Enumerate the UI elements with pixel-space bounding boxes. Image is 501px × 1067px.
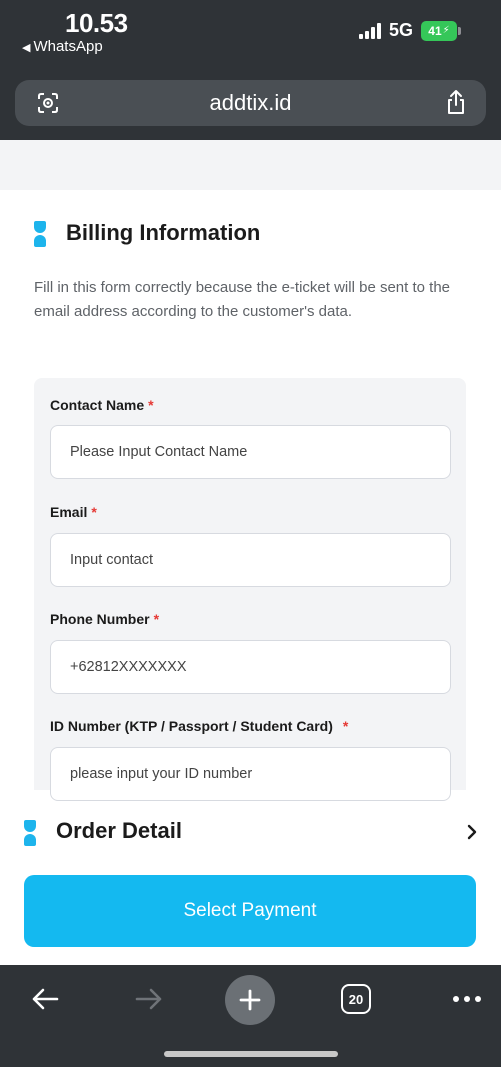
more-dots-icon — [453, 996, 481, 1002]
more-menu-button[interactable] — [450, 979, 484, 1019]
required-marker: * — [91, 504, 97, 520]
signal-icon — [358, 22, 381, 39]
id-number-label: ID Number (KTP / Passport / Student Card… — [50, 718, 349, 734]
email-label: Email * — [50, 504, 97, 520]
browser-bottom-toolbar: 20 — [0, 965, 501, 1067]
plus-icon — [239, 989, 261, 1011]
browser-top-chrome: 10.53 ◀ WhatsApp 5G 41 ⚡ addtix.id — [0, 0, 501, 140]
order-section-marker-icon — [24, 820, 36, 846]
header-spacer — [0, 140, 501, 190]
billing-title: Billing Information — [66, 220, 261, 245]
network-label: 5G — [388, 20, 413, 40]
contact-name-label: Contact Name * — [50, 397, 154, 413]
phone-number-input[interactable] — [50, 640, 451, 694]
status-time: 10.53 — [65, 8, 128, 38]
share-icon[interactable] — [444, 89, 468, 115]
new-tab-button[interactable] — [225, 975, 275, 1025]
contact-name-input[interactable] — [50, 425, 451, 479]
back-button[interactable] — [24, 979, 66, 1019]
required-marker: * — [153, 611, 160, 627]
status-indicators: 5G 41 ⚡ — [358, 20, 461, 41]
required-marker: * — [148, 397, 154, 413]
back-triangle-icon: ◀ — [22, 42, 31, 54]
url-text[interactable]: addtix.id — [15, 80, 486, 126]
id-number-input[interactable] — [50, 747, 451, 801]
forward-button[interactable] — [128, 979, 170, 1019]
battery-level: 41 — [428, 23, 442, 38]
billing-section-marker-icon — [34, 221, 46, 247]
order-detail-title[interactable]: Order Detail — [56, 818, 182, 844]
select-payment-button[interactable]: Select Payment — [24, 875, 476, 947]
back-to-app-link[interactable]: ◀ WhatsApp — [22, 38, 103, 55]
phone-number-label: Phone Number * — [50, 611, 160, 627]
back-app-label: WhatsApp — [33, 38, 103, 55]
required-marker: * — [342, 718, 349, 734]
tab-count: 20 — [348, 991, 364, 1007]
email-input[interactable] — [50, 533, 451, 587]
chevron-right-icon[interactable] — [466, 824, 478, 840]
billing-form: Contact Name* Email* Phone Number* ID Nu… — [34, 378, 466, 801]
arrow-right-icon — [135, 988, 162, 1010]
page-content: Billing Information Fill in this form co… — [0, 140, 501, 965]
address-bar[interactable]: addtix.id — [15, 80, 486, 126]
battery-icon: 41 ⚡ — [421, 20, 461, 41]
tabs-button[interactable]: 20 — [341, 984, 371, 1014]
arrow-left-icon — [32, 988, 59, 1010]
billing-description: Fill in this form correctly because the … — [34, 279, 451, 320]
home-indicator[interactable] — [164, 1051, 338, 1057]
